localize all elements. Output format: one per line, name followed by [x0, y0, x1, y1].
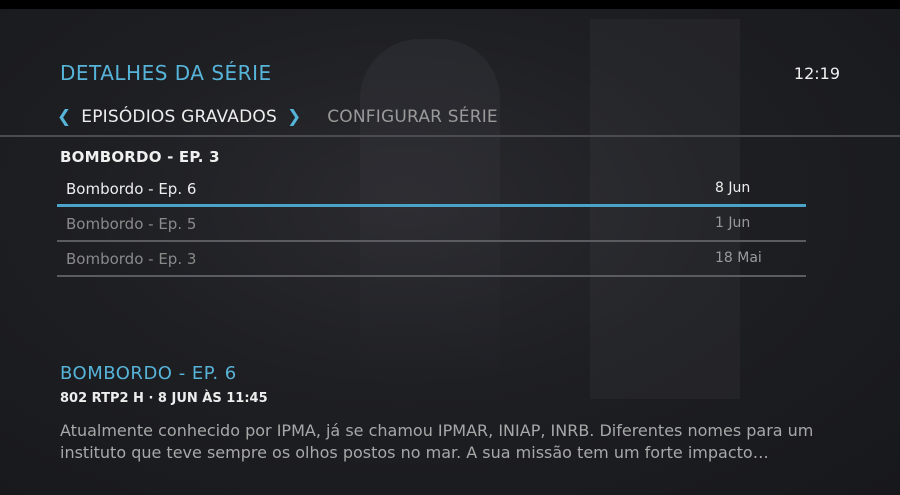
episode-date: 1 Jun — [715, 215, 751, 231]
tab-configure-series[interactable]: CONFIGURAR SÉRIE — [327, 107, 498, 127]
top-letterbox — [0, 0, 900, 9]
chevron-left-icon[interactable]: ❮ — [57, 108, 71, 126]
episode-detail-description: Atualmente conhecido por IPMA, já se cha… — [60, 421, 814, 462]
episode-row[interactable]: Bombordo - Ep. 5 1 Jun — [57, 207, 806, 242]
episode-list: Bombordo - Ep. 6 8 Jun Bombordo - Ep. 5 … — [57, 172, 806, 277]
episode-title: Bombordo - Ep. 3 — [66, 250, 197, 268]
episode-date: 8 Jun — [715, 180, 751, 196]
episode-row[interactable]: Bombordo - Ep. 3 18 Mai — [57, 242, 806, 277]
clock: 12:19 — [793, 64, 840, 83]
episode-row[interactable]: Bombordo - Ep. 6 8 Jun — [57, 172, 806, 207]
episode-detail-title: BOMBORDO - EP. 6 — [60, 363, 237, 384]
tab-divider — [0, 135, 900, 137]
series-details-screen: DETALHES DA SÉRIE 12:19 ❮ EPISÓDIOS GRAV… — [0, 9, 900, 495]
chevron-right-icon[interactable]: ❯ — [287, 108, 301, 126]
page-title: DETALHES DA SÉRIE — [60, 61, 272, 85]
episode-detail-meta: 802 RTP2 H · 8 JUN ÀS 11:45 — [60, 391, 268, 406]
episode-title: Bombordo - Ep. 6 — [66, 180, 197, 198]
series-heading: BOMBORDO - EP. 3 — [60, 148, 220, 166]
tab-bar: ❮ EPISÓDIOS GRAVADOS ❯ CONFIGURAR SÉRIE — [57, 105, 498, 129]
tab-recorded-episodes[interactable]: EPISÓDIOS GRAVADOS — [81, 107, 277, 127]
episode-title: Bombordo - Ep. 5 — [66, 215, 197, 233]
episode-date: 18 Mai — [715, 250, 762, 266]
